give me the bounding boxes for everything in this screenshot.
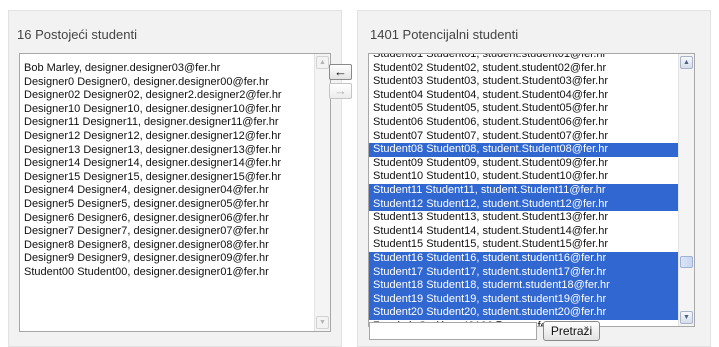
potential-students-panel: 1401 Potencijalni studenti Student01 Stu… [357, 10, 711, 347]
potential-students-scrollbar[interactable]: ▲ ▼ [678, 54, 694, 326]
list-item-selected[interactable]: Student18 Student18, studernt.student18@… [369, 279, 679, 293]
list-item[interactable]: Designer11 Designer11, designer.designer… [20, 116, 282, 130]
scroll-thumb[interactable] [680, 256, 693, 268]
existing-students-items: Bob Marley, designer.designer03@fer.hr De… [20, 62, 282, 280]
list-item[interactable]: Designer10 Designer10, designer.designer… [20, 103, 282, 117]
list-item[interactable]: Designer14 Designer14, designer.designer… [20, 157, 282, 171]
existing-students-scrollbar[interactable]: ▲ ▼ [314, 54, 330, 331]
list-item-selected[interactable]: Student16 Student16, student.student16@f… [369, 251, 679, 266]
list-item-selected[interactable]: Student19 Student19, student.student19@f… [369, 292, 679, 307]
list-item[interactable]: Student01 Student01, student.student01@f… [369, 54, 679, 62]
scroll-down-icon[interactable]: ▼ [680, 311, 693, 324]
list-item[interactable]: Designer6 Designer6, designer.designer06… [20, 212, 282, 226]
existing-students-list[interactable]: Bob Marley, designer.designer03@fer.hr De… [19, 53, 331, 332]
list-item[interactable]: Student10 Student10, student.Student10@f… [369, 170, 679, 184]
list-item[interactable]: Student14 Student14, student.Student14@f… [369, 225, 679, 239]
list-item[interactable]: Student13 Student13, student.Student13@f… [369, 211, 679, 225]
list-item[interactable]: Student04 Student04, student.Student04@f… [369, 89, 679, 103]
list-item[interactable]: Designer9 Designer9, designer.designer09… [20, 252, 282, 266]
list-item[interactable]: Bob Marley, designer.designer03@fer.hr [20, 62, 282, 76]
existing-students-heading: 16 Postojeći studenti [17, 27, 137, 42]
list-item[interactable]: Student00 Student00, designer.designer01… [20, 266, 282, 280]
list-item-selected[interactable]: Student08 Student08, student.Student08@f… [369, 143, 679, 157]
scroll-up-icon[interactable]: ▲ [316, 56, 329, 69]
list-item-selected[interactable]: Student12 Student12, student.Student12@f… [369, 197, 679, 212]
list-item[interactable]: Student06 Student06, student.Student06@f… [369, 116, 679, 130]
potential-students-items: Student01 Student01, student.student01@f… [369, 54, 679, 326]
list-item[interactable]: Designer4 Designer4, designer.designer04… [20, 184, 282, 198]
potential-students-list[interactable]: Student01 Student01, student.student01@f… [368, 53, 695, 327]
list-item[interactable]: Designer13 Designer13, designer.designer… [20, 144, 282, 158]
list-item-selected[interactable]: Student20 Student20, student.student20@f… [369, 306, 679, 320]
scroll-down-icon[interactable]: ▼ [316, 316, 329, 329]
list-item[interactable]: Student15 Student15, student.Student15@f… [369, 238, 679, 252]
list-item[interactable]: Student02 Student02, student.student02@f… [369, 62, 679, 76]
list-item[interactable]: Designer5 Designer5, designer.designer05… [20, 198, 282, 212]
potential-students-heading: 1401 Potencijalni studenti [370, 27, 519, 42]
list-item[interactable]: Student05 Student05, student.Student05@f… [369, 102, 679, 116]
search-input[interactable] [369, 322, 537, 340]
list-item[interactable]: Student07 Student07, student.Student07@f… [369, 130, 679, 144]
list-item[interactable]: Designer12 Designer12, designer.designer… [20, 130, 282, 144]
existing-students-panel: 16 Postojeći studenti Bob Marley, design… [8, 10, 342, 347]
list-item[interactable]: Designer7 Designer7, designer.designer07… [20, 225, 282, 239]
list-item[interactable]: Designer8 Designer8, designer.designer08… [20, 239, 282, 253]
list-item[interactable]: Designer02 Designer02, designer2.designe… [20, 89, 282, 103]
remove-students-button[interactable]: → [329, 83, 352, 99]
list-item[interactable]: Student09 Student09, student.Student09@f… [369, 157, 679, 171]
list-item-selected[interactable]: Student17 Student17, student.student17@f… [369, 265, 679, 280]
list-item-selected[interactable]: Student11 Student11, student.Student11@f… [369, 183, 679, 198]
list-item[interactable]: Designer0 Designer0, designer.designer00… [20, 76, 282, 90]
add-students-button[interactable]: ← [329, 64, 352, 80]
scroll-up-icon[interactable]: ▲ [680, 56, 693, 69]
search-button[interactable]: Pretraži [543, 321, 600, 341]
list-item[interactable]: Student03 Student03, student.Student03@f… [369, 75, 679, 89]
list-item[interactable]: Designer15 Designer15, designer.designer… [20, 171, 282, 185]
